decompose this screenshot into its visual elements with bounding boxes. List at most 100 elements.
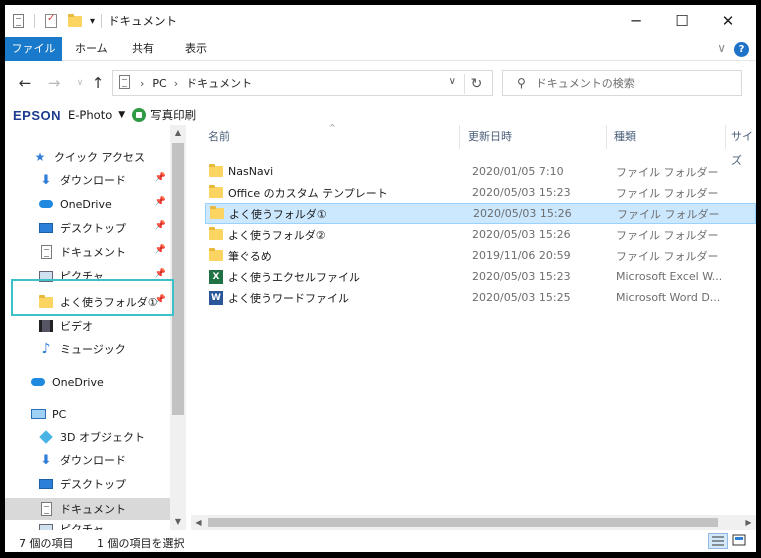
minimize-button[interactable]: ─ (613, 5, 659, 37)
file-row[interactable]: W よく使うワードファイル 2020/05/03 15:25 Microsoft… (205, 287, 756, 308)
nav-label: ピクチャ (60, 523, 104, 530)
breadcrumb-pc[interactable]: PC (152, 77, 166, 90)
nav-label: ビデオ (60, 320, 93, 333)
file-row[interactable]: Office のカスタム テンプレート 2020/05/03 15:23 ファイ… (205, 182, 756, 203)
tab-view[interactable]: 表示 (175, 37, 217, 61)
file-modified: 2020/05/03 15:23 (472, 270, 571, 283)
pin-icon[interactable]: 📌 (155, 221, 166, 231)
quick-access-dropdown-icon[interactable]: ▾ (90, 12, 95, 30)
e-photo-dropdown-icon[interactable]: ▼ (118, 110, 125, 120)
selection-count: 1 個の項目を選択 (97, 537, 185, 550)
nav-documents-pinned[interactable]: ドキュメント 📌 (5, 241, 170, 263)
breadcrumb-documents[interactable]: ドキュメント (186, 75, 252, 91)
nav-3d-objects[interactable]: 3D オブジェクト (5, 426, 170, 448)
column-divider[interactable] (459, 125, 460, 149)
pin-icon[interactable]: 📌 (155, 173, 166, 183)
address-bar[interactable]: › PC › ドキュメント ∨ ↻ (112, 70, 493, 96)
file-type: ファイル フォルダー (616, 249, 719, 263)
pc-icon (30, 406, 46, 422)
pin-icon[interactable]: 📌 (155, 269, 166, 279)
e-photo-button[interactable]: E-Photo (68, 108, 112, 122)
nav-downloads[interactable]: ⬇ ダウンロード 📌 (5, 169, 170, 191)
pin-icon[interactable]: 📌 (155, 197, 166, 207)
column-size[interactable]: サイズ (731, 125, 756, 167)
new-folder-icon[interactable] (68, 12, 82, 30)
desktop-icon (38, 476, 54, 492)
document-icon (38, 244, 54, 260)
scroll-down-icon[interactable]: ▼ (170, 514, 186, 530)
back-button[interactable]: ← (14, 72, 36, 94)
tab-file[interactable]: ファイル (5, 37, 62, 61)
expand-ribbon-icon[interactable]: ∨ (717, 41, 726, 55)
onedrive-icon (38, 196, 54, 212)
file-row[interactable]: よく使うフォルダ② 2020/05/03 15:26 ファイル フォルダー (205, 224, 756, 245)
separator (34, 12, 35, 30)
column-divider[interactable] (725, 125, 726, 149)
nav-desktop-pinned[interactable]: デスクトップ 📌 (5, 217, 170, 239)
nav-onedrive-pinned[interactable]: OneDrive 📌 (5, 193, 170, 215)
nav-label: クイック アクセス (54, 151, 145, 164)
nav-pc-desktop[interactable]: デスクトップ (5, 473, 170, 495)
details-view-button[interactable] (708, 533, 728, 549)
search-box[interactable]: ⚲ ドキュメントの検索 (502, 70, 742, 96)
nav-label: デスクトップ (60, 222, 126, 235)
scroll-up-icon[interactable]: ▲ (170, 125, 186, 141)
nav-pc-downloads[interactable]: ⬇ ダウンロード (5, 449, 170, 471)
word-icon: W (208, 290, 224, 306)
nav-onedrive[interactable]: OneDrive (5, 371, 170, 393)
horizontal-scrollbar[interactable]: ◀ ▶ (191, 515, 756, 530)
navigation-pane: ★ クイック アクセス ⬇ ダウンロード 📌 OneDrive 📌 デスクトップ… (5, 125, 186, 530)
maximize-button[interactable]: ☐ (659, 5, 705, 37)
nav-scrollbar[interactable]: ▲ ▼ (170, 125, 186, 530)
ribbon-tabs: ファイル ホーム 共有 表示 ∨ ? (5, 37, 756, 61)
scroll-left-icon[interactable]: ◀ (191, 515, 206, 530)
file-row[interactable]: X よく使うエクセルファイル 2020/05/03 15:23 Microsof… (205, 266, 756, 287)
file-row-selected[interactable]: よく使うフォルダ① 2020/05/03 15:26 ファイル フォルダー (205, 203, 756, 224)
status-bar: 7 個の項目 1 個の項目を選択 (5, 530, 756, 552)
file-modified: 2020/05/03 15:25 (472, 291, 571, 304)
sort-ascending-icon: ^ (329, 123, 336, 132)
nav-label: ダウンロード (60, 454, 126, 467)
nav-label: 3D オブジェクト (60, 431, 145, 444)
pin-icon[interactable]: 📌 (155, 245, 166, 255)
close-button[interactable]: ✕ (705, 5, 751, 37)
column-divider[interactable] (606, 125, 607, 149)
scroll-right-icon[interactable]: ▶ (741, 515, 756, 530)
breadcrumb-separator: › (173, 76, 179, 90)
file-row[interactable]: NasNavi 2020/01/05 7:10 ファイル フォルダー (205, 161, 756, 182)
search-placeholder: ドキュメントの検索 (535, 77, 635, 90)
nav-pc-pictures[interactable]: ピクチャ (5, 521, 170, 530)
refresh-button[interactable]: ↻ (464, 74, 488, 94)
nav-quick-access[interactable]: ★ クイック アクセス (5, 146, 170, 168)
file-row[interactable]: 筆ぐるめ 2019/11/06 20:59 ファイル フォルダー (205, 245, 756, 266)
photo-print-icon[interactable] (132, 108, 147, 122)
file-name: よく使うフォルダ① (229, 207, 327, 221)
nav-pc[interactable]: PC (5, 403, 170, 425)
forward-button[interactable]: → (43, 72, 65, 94)
column-type[interactable]: 種類 (614, 125, 636, 149)
tab-share[interactable]: 共有 (122, 37, 164, 61)
nav-music[interactable]: ♪ ミュージック (5, 338, 170, 360)
nav-pc-documents[interactable]: ドキュメント (5, 498, 170, 520)
horizontal-scroll-thumb[interactable] (208, 518, 718, 527)
epson-logo: EPSON (13, 107, 62, 123)
photo-print-button[interactable]: 写真印刷 (150, 107, 196, 123)
column-modified[interactable]: 更新日時 (468, 125, 512, 149)
breadcrumb-separator: › (140, 76, 145, 90)
nav-label: ミュージック (60, 343, 126, 356)
excel-icon: X (208, 269, 224, 285)
folder-icon (208, 227, 224, 243)
address-dropdown-icon[interactable]: ∨ (449, 76, 456, 87)
tab-home[interactable]: ホーム (65, 37, 118, 61)
download-icon: ⬇ (40, 452, 52, 468)
nav-videos[interactable]: ビデオ (5, 315, 170, 337)
file-name: よく使うワードファイル (228, 291, 349, 305)
large-icons-view-button[interactable] (730, 533, 750, 549)
help-icon[interactable]: ? (734, 42, 749, 57)
properties-icon[interactable] (13, 12, 24, 30)
checkmark-doc-icon[interactable] (45, 12, 57, 30)
recent-locations-icon[interactable]: ∨ (69, 72, 91, 94)
file-modified: 2020/05/03 15:26 (473, 207, 572, 220)
column-name[interactable]: 名前 (208, 125, 230, 149)
video-icon (38, 318, 54, 334)
